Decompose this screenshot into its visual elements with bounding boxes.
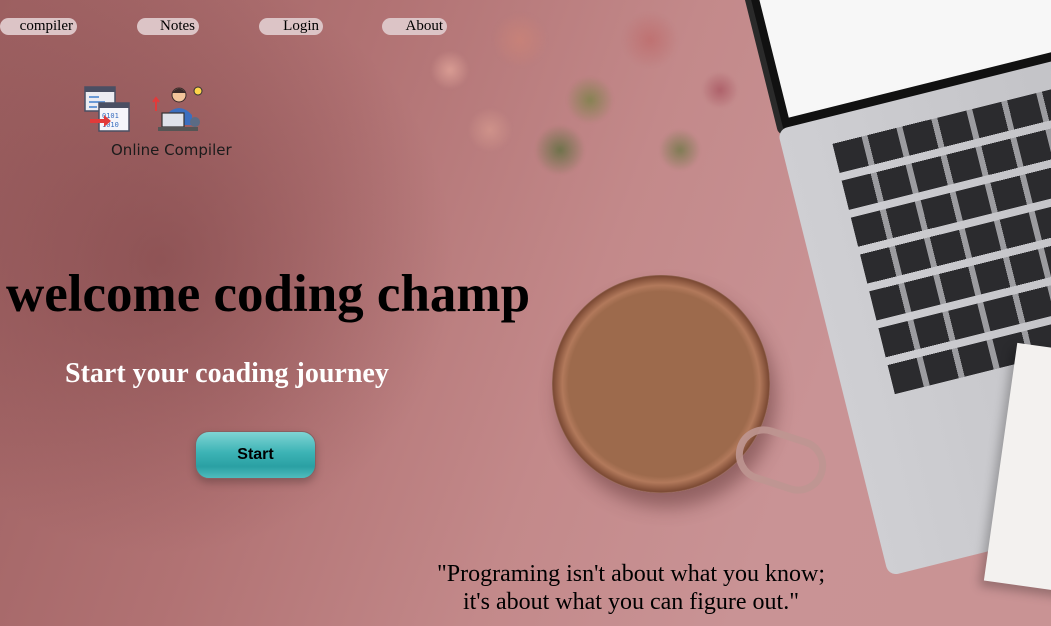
logo-text: Online Compiler [111, 141, 232, 159]
nav-compiler-button[interactable]: compiler [0, 18, 77, 35]
quote-line-2: it's about what you can figure out." [462, 589, 800, 615]
quote: "Programing isn't about what you know; i… [405, 560, 857, 616]
logo[interactable]: 0101 1010 [84, 85, 209, 135]
hero-title: welcome coding champ [6, 265, 531, 323]
nav-notes-button[interactable]: Notes [137, 18, 199, 35]
developer-icon [152, 86, 203, 131]
quote-line-1: "Programing isn't about what you know; [436, 561, 826, 587]
flowers-decoration [350, 0, 770, 240]
nav-about-button[interactable]: About [382, 18, 447, 35]
hero-subtitle: Start your coading journey [65, 358, 389, 389]
code-conversion-icon: 0101 1010 [84, 86, 130, 132]
nav-login-button[interactable]: Login [259, 18, 323, 35]
start-button[interactable]: Start [195, 431, 316, 479]
